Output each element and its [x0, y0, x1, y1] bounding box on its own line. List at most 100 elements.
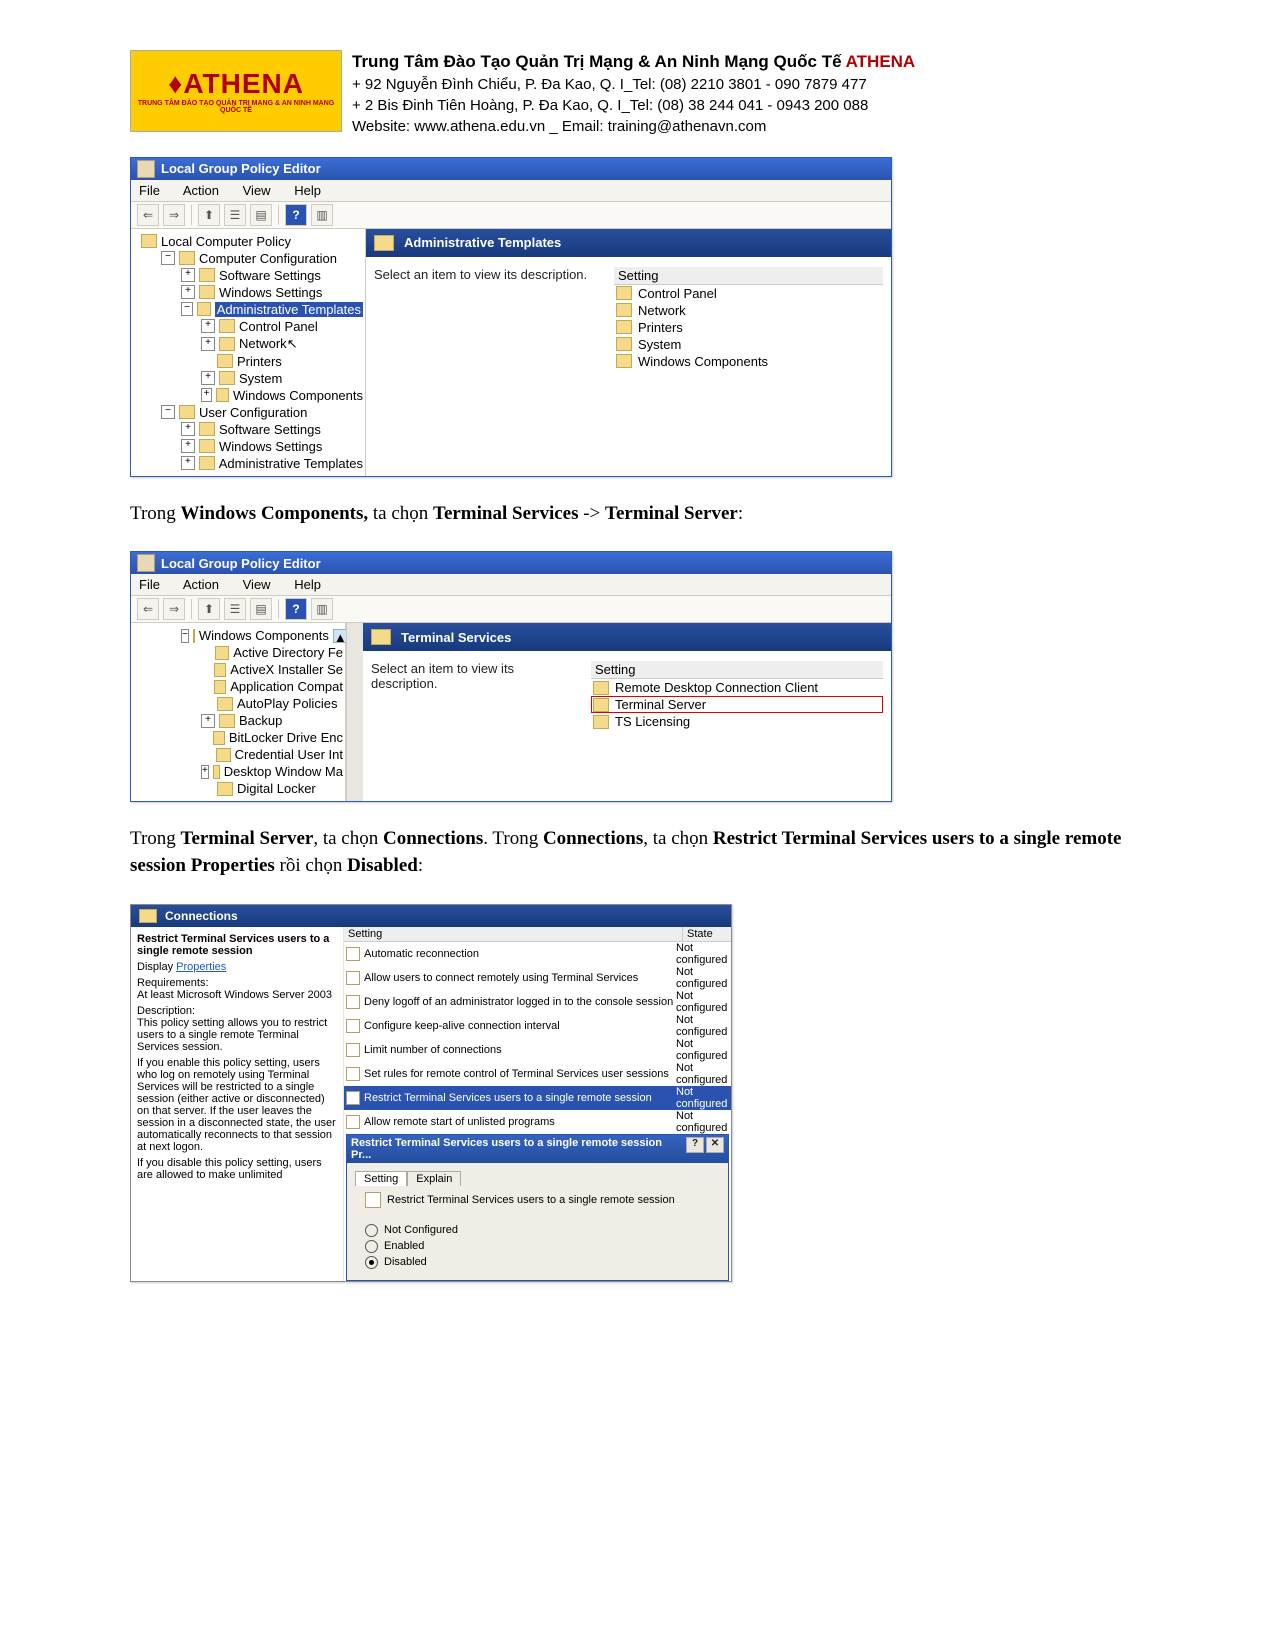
properties-dialog: Restrict Terminal Services users to a si… [346, 1134, 729, 1281]
content-header: Connections [131, 905, 731, 927]
folder-icon [616, 337, 632, 351]
tab-setting[interactable]: Setting [355, 1171, 407, 1186]
toolbar: ⇐ ⇒ ⬆ ☰ ▤ ? ▥ [131, 596, 891, 623]
list-button[interactable]: ☰ [224, 204, 246, 226]
tree-admin-templates-2[interactable]: +Administrative Templates [133, 455, 363, 472]
content-header: Terminal Services [363, 623, 891, 651]
menu-action[interactable]: Action [183, 577, 219, 592]
app-icon [137, 554, 155, 572]
scrollbar[interactable] [346, 623, 363, 801]
close-button[interactable]: ✕ [706, 1137, 724, 1153]
tree-system[interactable]: +System [133, 370, 363, 387]
tree-item[interactable]: AutoPlay Policies [133, 695, 343, 712]
tree-computer-config[interactable]: −Computer Configuration [133, 250, 363, 267]
forward-button[interactable]: ⇒ [163, 204, 185, 226]
folder-icon [616, 320, 632, 334]
tree-windows-components[interactable]: +Windows Components [133, 387, 363, 404]
logo: ♦ATHENA TRUNG TÂM ĐÀO TẠO QUẢN TRỊ MẠNG … [130, 50, 342, 132]
menu-file[interactable]: File [139, 577, 160, 592]
list-item[interactable]: Remote Desktop Connection Client [591, 679, 883, 696]
props-button[interactable]: ▤ [250, 598, 272, 620]
table-row[interactable]: Set rules for remote control of Terminal… [344, 1062, 731, 1086]
menu-view[interactable]: View [243, 183, 271, 198]
tree-user-config[interactable]: −User Configuration [133, 404, 363, 421]
forward-button[interactable]: ⇒ [163, 598, 185, 620]
folder-icon [139, 909, 157, 923]
connections-window: Connections Restrict Terminal Services u… [130, 904, 732, 1282]
toolbar: ⇐ ⇒ ⬆ ☰ ▤ ? ▥ [131, 202, 891, 229]
tree-item[interactable]: BitLocker Drive Enc [133, 729, 343, 746]
help-button[interactable]: ? [285, 204, 307, 226]
column-header-setting[interactable]: Setting [344, 927, 683, 941]
policy-icon [365, 1192, 381, 1208]
tree-network[interactable]: +Network ↖ [133, 335, 363, 353]
help-button[interactable]: ? [285, 598, 307, 620]
tab-explain[interactable]: Explain [407, 1171, 461, 1186]
tree-printers[interactable]: Printers [133, 353, 363, 370]
tree-windows-settings[interactable]: +Windows Settings [133, 284, 363, 301]
tree-admin-templates[interactable]: −Administrative Templates [133, 301, 363, 318]
up-button[interactable]: ⬆ [198, 598, 220, 620]
tree-control-panel[interactable]: +Control Panel [133, 318, 363, 335]
column-header-state[interactable]: State [683, 927, 731, 941]
document-header: ♦ATHENA TRUNG TÂM ĐÀO TẠO QUẢN TRỊ MẠNG … [130, 50, 1144, 137]
table-row[interactable]: Allow users to connect remotely using Te… [344, 966, 731, 990]
menu-help[interactable]: Help [294, 577, 321, 592]
props-button[interactable]: ▤ [250, 204, 272, 226]
tree-item[interactable]: +Desktop Window Ma [133, 763, 343, 780]
instruction-text-2: Trong Terminal Server, ta chọn Connectio… [130, 826, 1144, 879]
table-row[interactable]: Configure keep-alive connection interval… [344, 1014, 731, 1038]
tree-item[interactable]: Active Directory Fe [133, 644, 343, 661]
radio-disabled[interactable]: Disabled [365, 1256, 720, 1269]
window-title: Local Group Policy Editor [161, 556, 321, 571]
back-button[interactable]: ⇐ [137, 204, 159, 226]
description-column: Select an item to view its description. [371, 661, 581, 730]
up-button[interactable]: ⬆ [198, 204, 220, 226]
list-item[interactable]: System [614, 336, 883, 353]
properties-link[interactable]: Properties [176, 961, 226, 973]
menu-help[interactable]: Help [294, 183, 321, 198]
folder-icon [593, 681, 609, 695]
table-row[interactable]: Limit number of connectionsNot configure… [344, 1038, 731, 1062]
list-item[interactable]: Control Panel [614, 285, 883, 302]
table-row[interactable]: Automatic reconnectionNot configured [344, 942, 731, 966]
table-row[interactable]: Deny logoff of an administrator logged i… [344, 990, 731, 1014]
tree-root[interactable]: Local Computer Policy [133, 233, 363, 250]
logo-subtitle: TRUNG TÂM ĐÀO TẠO QUẢN TRỊ MẠNG & AN NIN… [131, 100, 341, 114]
tree-item[interactable]: Digital Locker [133, 780, 343, 797]
list-button[interactable]: ☰ [224, 598, 246, 620]
list-item[interactable]: Printers [614, 319, 883, 336]
list-item[interactable]: TS Licensing [591, 713, 883, 730]
tree-windows-components[interactable]: −Windows Components ▲ [133, 627, 343, 644]
folder-icon [616, 354, 632, 368]
tree-item[interactable]: ActiveX Installer Se [133, 661, 343, 678]
table-row-selected[interactable]: Restrict Terminal Services users to a si… [344, 1086, 731, 1110]
title-bar: Local Group Policy Editor [131, 552, 891, 574]
tree-windows-settings-2[interactable]: +Windows Settings [133, 438, 363, 455]
scroll-up-icon[interactable]: ▲ [333, 629, 347, 643]
description-column: Select an item to view its description. [374, 267, 604, 370]
instruction-text-1: Trong Windows Components, ta chọn Termin… [130, 501, 1144, 528]
tree-item[interactable]: Application Compat [133, 678, 343, 695]
menu-action[interactable]: Action [183, 183, 219, 198]
column-header-setting[interactable]: Setting [591, 661, 883, 679]
tree-software-settings-2[interactable]: +Software Settings [133, 421, 363, 438]
list-item[interactable]: Network [614, 302, 883, 319]
tree-software-settings[interactable]: +Software Settings [133, 267, 363, 284]
tree-backup[interactable]: +Backup [133, 712, 343, 729]
radio-not-configured[interactable]: Not Configured [365, 1224, 720, 1237]
tree-pane: Local Computer Policy −Computer Configur… [131, 229, 366, 476]
dialog-title-bar: Restrict Terminal Services users to a si… [347, 1135, 728, 1163]
list-item[interactable]: Windows Components [614, 353, 883, 370]
help-button[interactable]: ? [686, 1137, 704, 1153]
filter-button[interactable]: ▥ [311, 204, 333, 226]
radio-enabled[interactable]: Enabled [365, 1240, 720, 1253]
tree-item[interactable]: Credential User Int [133, 746, 343, 763]
back-button[interactable]: ⇐ [137, 598, 159, 620]
filter-button[interactable]: ▥ [311, 598, 333, 620]
column-header-setting[interactable]: Setting [614, 267, 883, 285]
list-item-terminal-server[interactable]: Terminal Server [591, 696, 883, 713]
menu-view[interactable]: View [243, 577, 271, 592]
table-row[interactable]: Allow remote start of unlisted programsN… [344, 1110, 731, 1134]
menu-file[interactable]: File [139, 183, 160, 198]
